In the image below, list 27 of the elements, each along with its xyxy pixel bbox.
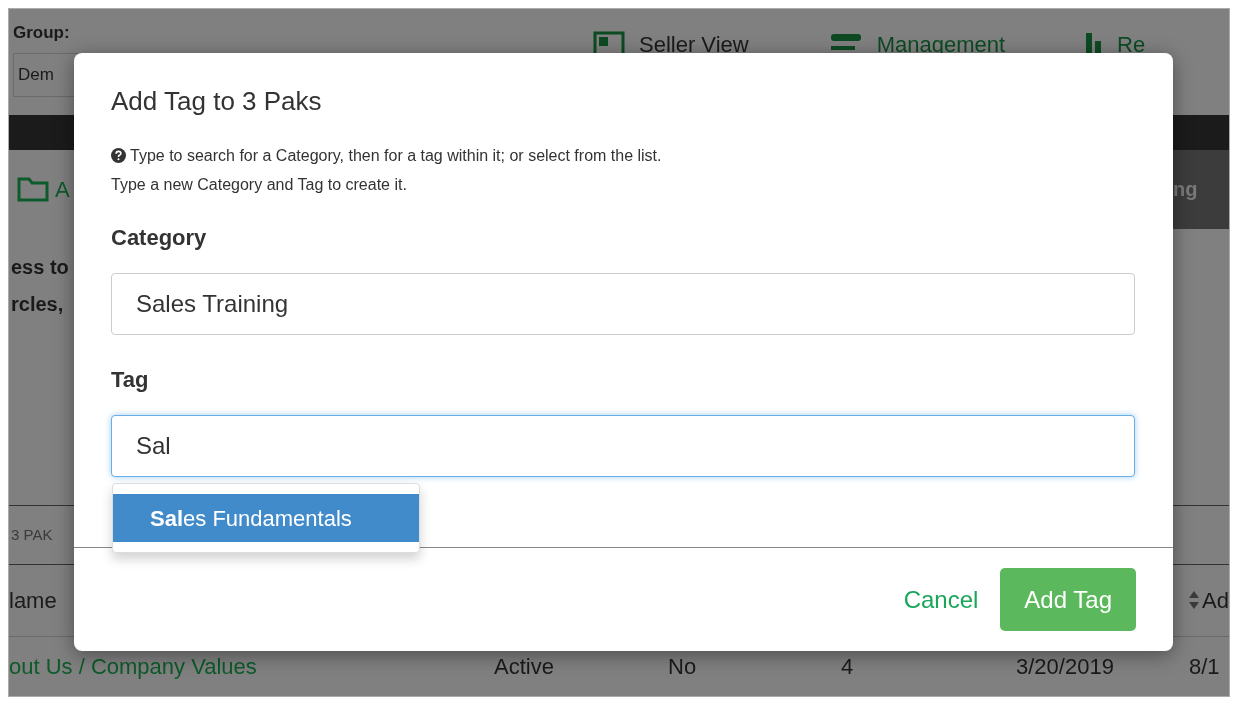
add-tag-button[interactable]: Add Tag xyxy=(1000,568,1136,631)
table-cell: No xyxy=(668,653,697,679)
cancel-link[interactable]: Cancel xyxy=(901,581,981,618)
text-field[interactable]: Sales Training xyxy=(111,273,1135,335)
text-field[interactable]: Sal xyxy=(111,415,1135,477)
pak-name-link[interactable]: out Us / Company Values xyxy=(9,653,257,679)
table-cell: 3/20/2019 xyxy=(1016,653,1114,679)
side-tab[interactable]: ng xyxy=(1171,149,1229,230)
suggestion-item[interactable]: Sales Fundamentals xyxy=(113,494,419,542)
intro-text: rcles, xyxy=(11,292,64,318)
folder-icon xyxy=(17,176,49,203)
group-label: Group: xyxy=(13,22,71,44)
dialog-title: Add Tag to 3 Paks xyxy=(111,85,323,118)
field-label: Tag xyxy=(111,366,150,394)
help-text: Type a new Category and Tag to create it. xyxy=(111,175,407,195)
sort-icon xyxy=(1188,590,1201,611)
field-label: Category xyxy=(111,224,208,252)
help-text: Type to search for a Category, then for a tag within it; or select from the list. xyxy=(130,146,662,166)
column-header[interactable]: Ad xyxy=(1188,583,1229,617)
table-cell: Active xyxy=(494,653,554,679)
pak-count: 3 PAK xyxy=(10,524,53,545)
folder-link[interactable]: A xyxy=(55,172,70,206)
help-icon xyxy=(111,148,126,163)
table-cell: 8/1 xyxy=(1189,653,1220,679)
table-cell: 4 xyxy=(841,653,854,679)
column-header[interactable]: lame xyxy=(9,583,57,617)
intro-text: ess to xyxy=(11,255,69,281)
